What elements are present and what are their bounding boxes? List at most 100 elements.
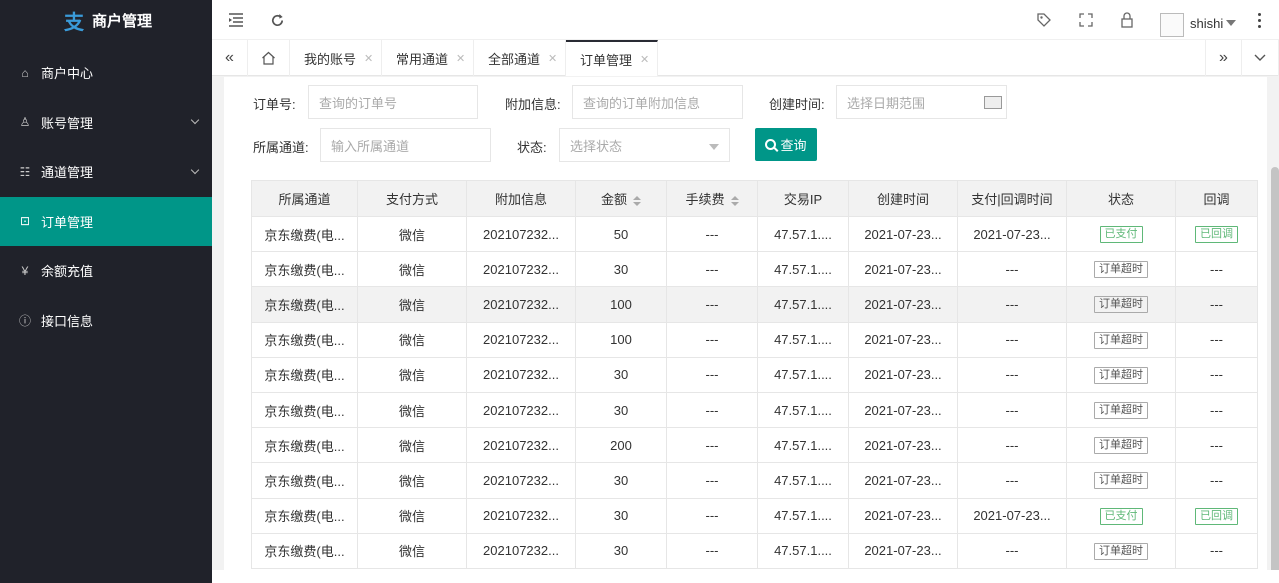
sidebar-item-1[interactable]: ♙ 账号管理 <box>0 98 212 148</box>
tab-0[interactable]: 我的账号 ✕ <box>290 40 382 76</box>
column-header: 回调 <box>1175 180 1258 217</box>
cell-text: 微信 <box>398 473 425 489</box>
cell-callback: --- <box>1175 321 1258 358</box>
app-logo[interactable]: 支 商户管理 <box>0 0 212 40</box>
close-icon[interactable]: ✕ <box>364 52 373 65</box>
cell-amount: 30 <box>575 532 667 569</box>
cell-extra: 202107232... <box>466 391 576 429</box>
user-name: shishi <box>1190 15 1224 31</box>
close-icon[interactable]: ✕ <box>548 52 557 65</box>
caret-down-icon <box>1226 20 1237 26</box>
user-menu[interactable]: shishi <box>1160 9 1237 37</box>
more-options-icon[interactable] <box>1254 10 1264 30</box>
cell-ip: 47.57.1.... <box>757 286 849 323</box>
cell-method: 微信 <box>357 215 467 253</box>
status-select[interactable]: 选择状态 <box>559 128 730 162</box>
cell-paid: --- <box>957 251 1067 288</box>
cell-text: 202107232... <box>483 226 559 242</box>
orders-table: 所属通道 支付方式 附加信息 金额 手续费 交易IP 创建时间 支付|回调时间 状态 回调 京东缴… <box>251 180 1258 569</box>
cell-paid: --- <box>957 321 1067 358</box>
tab-bar: « 我的账号 ✕ 常用通道 ✕ 全部通道 ✕ 订单管理 ✕ » <box>212 40 1279 76</box>
cell-text: --- <box>705 437 719 453</box>
channel-input[interactable]: 输入所属通道 <box>320 128 491 162</box>
status-badge: 已支付 <box>1099 507 1143 525</box>
extra-info-input[interactable]: 查询的订单附加信息 <box>572 85 743 119</box>
table-row[interactable]: 京东缴费(电... 微信 202107232... 100 --- 47.57.1....… <box>251 321 1258 358</box>
sidebar-item-4[interactable]: ¥ 余额充值 <box>0 246 212 296</box>
column-header-label: 回调 <box>1203 192 1230 207</box>
tab-label: 全部通道 <box>488 51 541 67</box>
table-row[interactable]: 京东缴费(电... 微信 202107232... 30 --- 47.57.1.... 2… <box>251 532 1258 569</box>
sidebar-item-5[interactable]: ⓘ 接口信息 <box>0 296 212 346</box>
callback-badge: 已回调 <box>1195 226 1238 244</box>
status-label: 状态: <box>517 140 547 155</box>
table-row[interactable]: 京东缴费(电... 微信 202107232... 30 --- 47.57.1.... 2… <box>251 497 1258 534</box>
table-row[interactable]: 京东缴费(电... 微信 202107232... 30 --- 47.57.1.... 2… <box>251 462 1258 499</box>
menu-toggle-icon[interactable] <box>226 10 246 30</box>
cell-paid: --- <box>957 532 1067 569</box>
sort-icon[interactable] <box>633 195 641 206</box>
order-no-input[interactable]: 查询的订单号 <box>308 85 478 119</box>
cell-paid: --- <box>957 427 1067 464</box>
cell-extra: 202107232... <box>466 321 576 358</box>
cell-method: 微信 <box>357 532 467 569</box>
refresh-icon[interactable] <box>267 10 287 30</box>
sidebar-item-0[interactable]: ⌂ 商户中心 <box>0 48 212 98</box>
home-tab-icon[interactable] <box>248 40 290 76</box>
date-range-input[interactable]: 选择日期范围 <box>836 85 1007 119</box>
lock-icon[interactable] <box>1117 10 1137 30</box>
tabs-menu-chevron-icon[interactable] <box>1242 40 1279 76</box>
cell-channel: 京东缴费(电... <box>251 497 358 534</box>
cell-text: 30 <box>613 402 629 418</box>
cell-callback: 已回调 <box>1175 215 1258 253</box>
cell-channel: 京东缴费(电... <box>251 427 358 464</box>
tabs-scroll-right-icon[interactable]: » <box>1205 40 1242 76</box>
cell-text: --- <box>705 296 719 312</box>
table-row[interactable]: 京东缴费(电... 微信 202107232... 200 --- 47.57.1....… <box>251 427 1258 464</box>
channel-label: 所属通道: <box>253 140 309 155</box>
cell-text: 202107232... <box>483 437 559 453</box>
column-header[interactable]: 手续费 <box>666 180 758 217</box>
tab-1[interactable]: 常用通道 ✕ <box>382 40 474 76</box>
tab-2[interactable]: 全部通道 ✕ <box>474 40 566 76</box>
cell-text: 2021-07-23... <box>864 472 942 488</box>
close-icon[interactable]: ✕ <box>640 53 649 66</box>
column-header-label: 所属通道 <box>278 192 331 207</box>
sidebar-item-label: 通道管理 <box>41 165 94 181</box>
cell-fee: --- <box>666 462 758 499</box>
cell-text: 47.57.1.... <box>774 543 832 559</box>
table-row[interactable]: 京东缴费(电... 微信 202107232... 30 --- 47.57.1.... 2… <box>251 356 1258 393</box>
cell-ip: 47.57.1.... <box>757 462 849 499</box>
tab-3[interactable]: 订单管理 ✕ <box>566 40 658 76</box>
cell-text: 202107232... <box>483 543 559 559</box>
cell-text: 2021-07-23... <box>864 402 942 418</box>
close-icon[interactable]: ✕ <box>456 52 465 65</box>
table-row[interactable]: 京东缴费(电... 微信 202107232... 30 --- 47.57.1.... 2… <box>251 251 1258 288</box>
cell-method: 微信 <box>357 321 467 358</box>
content-scrollbar[interactable] <box>1271 167 1279 583</box>
cell-text: 微信 <box>398 333 425 349</box>
sidebar-item-3[interactable]: ⊡ 订单管理 <box>0 196 212 246</box>
cell-text: 微信 <box>398 368 425 384</box>
sidebar-item-2[interactable]: ☷ 通道管理 <box>0 147 212 197</box>
cell-text: 100 <box>610 332 632 348</box>
column-header[interactable]: 金额 <box>575 180 667 217</box>
cell-text: --- <box>1210 261 1223 277</box>
table-row[interactable]: 京东缴费(电... 微信 202107232... 50 --- 47.57.1.... 2… <box>251 215 1258 253</box>
sort-icon[interactable] <box>730 195 739 206</box>
tabs-scroll-left-icon[interactable]: « <box>212 40 248 76</box>
query-button[interactable]: 查询 <box>755 128 817 161</box>
table-row[interactable]: 京东缴费(电... 微信 202107232... 30 --- 47.57.1.... 2… <box>251 391 1258 429</box>
status-badge: 订单超时 <box>1094 366 1148 384</box>
cell-status: 订单超时 <box>1066 251 1176 288</box>
cell-fee: --- <box>666 251 758 288</box>
fullscreen-icon[interactable] <box>1076 10 1096 30</box>
tag-icon[interactable] <box>1034 10 1054 30</box>
cell-amount: 30 <box>575 391 667 429</box>
status-placeholder: 选择状态 <box>570 138 623 154</box>
cell-text: --- <box>1210 543 1223 559</box>
cell-fee: --- <box>666 286 758 323</box>
cell-paid: --- <box>957 356 1067 393</box>
table-row[interactable]: 京东缴费(电... 微信 202107232... 100 --- 47.57.1....… <box>251 286 1258 323</box>
cell-status: 已支付 <box>1066 215 1176 253</box>
